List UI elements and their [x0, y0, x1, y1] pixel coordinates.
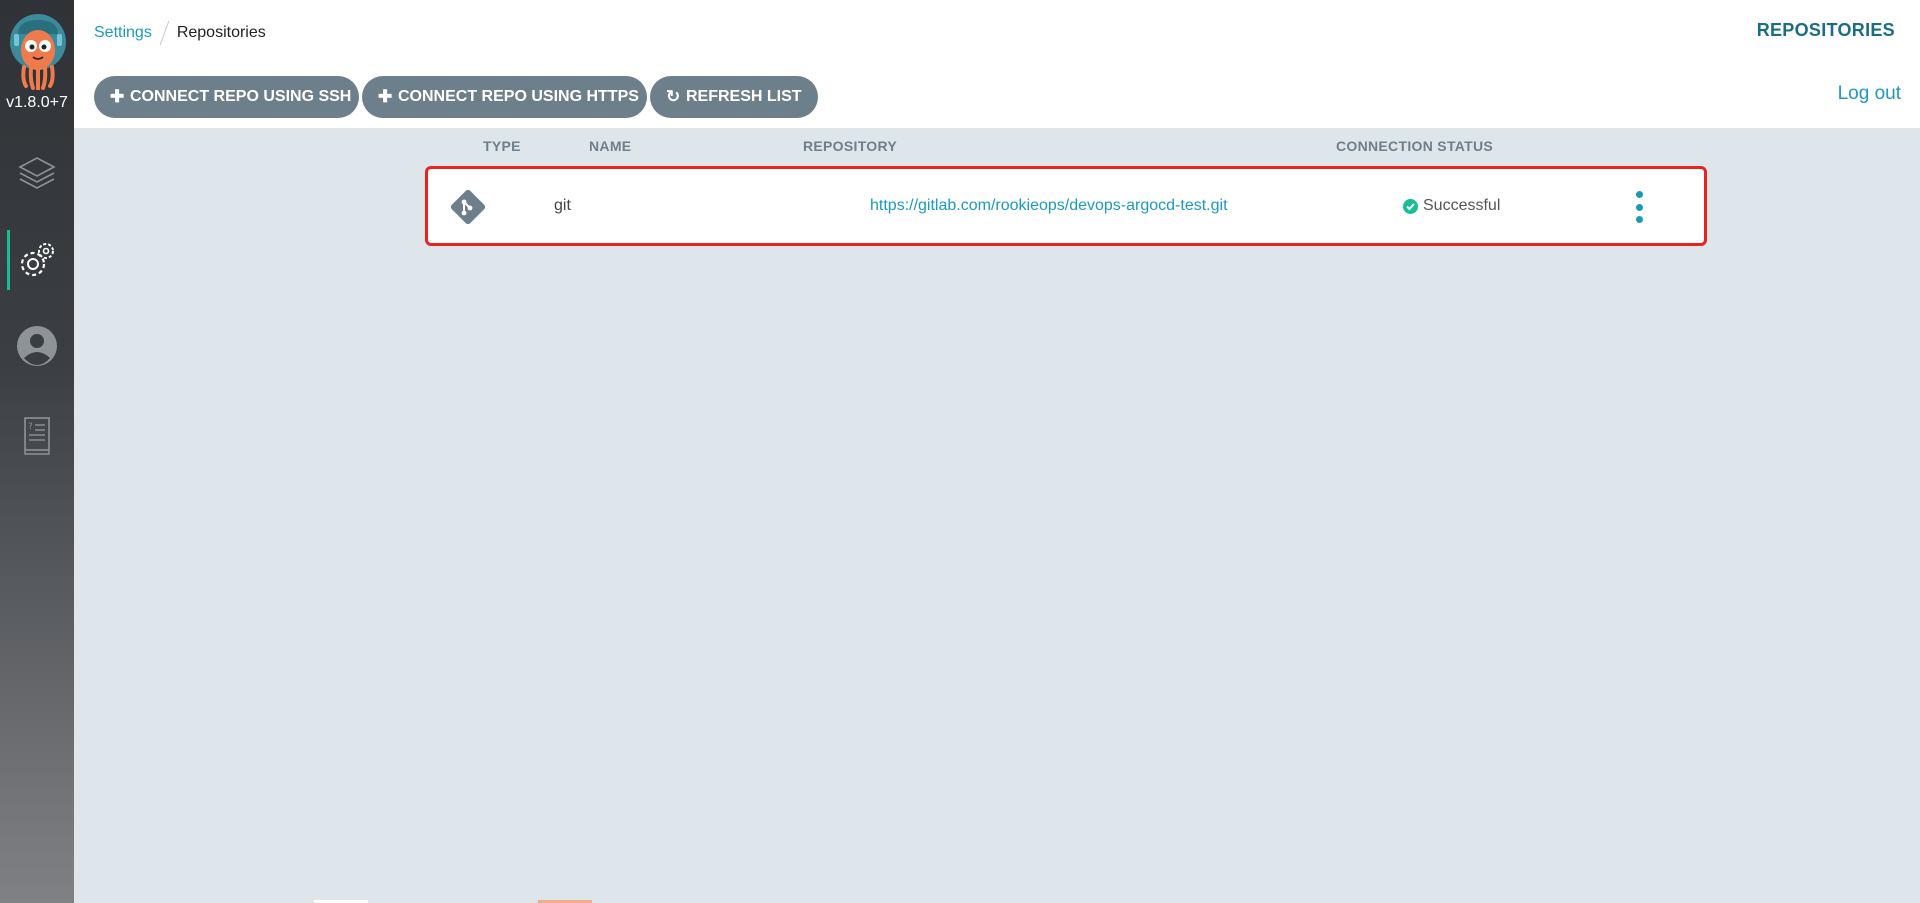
connection-status: Successful: [1403, 197, 1500, 215]
user-avatar-icon: [17, 326, 57, 366]
connection-status-text: Successful: [1423, 197, 1501, 214]
connect-repo-https-label: CONNECT REPO USING HTTPS: [398, 88, 639, 105]
refresh-icon: ↻: [666, 87, 681, 106]
breadcrumb: Settings Repositories: [94, 21, 266, 45]
column-header-repository: REPOSITORY: [803, 138, 898, 154]
nav-documentation[interactable]: ?: [0, 405, 74, 465]
repositories-table: TYPE NAME REPOSITORY CONNECTION STATUS g…: [350, 128, 1707, 246]
connect-repo-https-button[interactable]: ✚ CONNECT REPO USING HTTPS: [362, 76, 647, 118]
sidebar: v1.8.0+7 ?: [0, 0, 74, 903]
help-book-icon: ?: [24, 417, 50, 455]
repo-type: git: [554, 197, 571, 214]
table-header: TYPE NAME REPOSITORY CONNECTION STATUS: [350, 128, 1641, 168]
connect-repo-ssh-button[interactable]: ✚ CONNECT REPO USING SSH: [94, 76, 359, 118]
column-header-type: TYPE: [483, 138, 521, 154]
plus-icon: ✚: [110, 87, 125, 106]
plus-icon: ✚: [378, 87, 393, 106]
gear-icon: [20, 243, 54, 277]
app-version: v1.8.0+7: [6, 94, 68, 111]
refresh-list-button[interactable]: ↻ REFRESH LIST: [650, 76, 818, 118]
logout-link[interactable]: Log out: [1838, 83, 1901, 105]
repo-url-link[interactable]: https://gitlab.com/rookieops/devops-argo…: [870, 197, 1228, 215]
nav-settings[interactable]: [0, 230, 74, 290]
check-circle-icon: [1403, 198, 1418, 214]
git-icon: [450, 189, 486, 225]
toolbar: ✚ CONNECT REPO USING SSH ✚ CONNECT REPO …: [74, 63, 1920, 128]
nav-applications[interactable]: [0, 143, 74, 203]
svg-text:?: ?: [28, 422, 33, 432]
connect-repo-ssh-label: CONNECT REPO USING SSH: [130, 88, 352, 105]
main-content: Settings Repositories REPOSITORIES ✚ CON…: [74, 0, 1920, 903]
table-row[interactable]: git https://gitlab.com/rookieops/devops-…: [425, 166, 1707, 246]
breadcrumb-settings[interactable]: Settings: [94, 24, 152, 42]
column-header-name: NAME: [589, 138, 632, 154]
column-header-connection-status: CONNECTION STATUS: [1336, 138, 1494, 154]
row-actions-menu-icon[interactable]: [1629, 191, 1649, 223]
layers-icon: [18, 157, 56, 189]
top-bar: Settings Repositories REPOSITORIES: [74, 0, 1920, 64]
breadcrumb-separator: [159, 21, 170, 45]
refresh-list-label: REFRESH LIST: [686, 88, 802, 105]
breadcrumb-current: Repositories: [176, 24, 266, 41]
nav-user-info[interactable]: [0, 316, 74, 376]
argo-logo[interactable]: [8, 12, 68, 91]
page-title: REPOSITORIES: [1756, 20, 1895, 40]
